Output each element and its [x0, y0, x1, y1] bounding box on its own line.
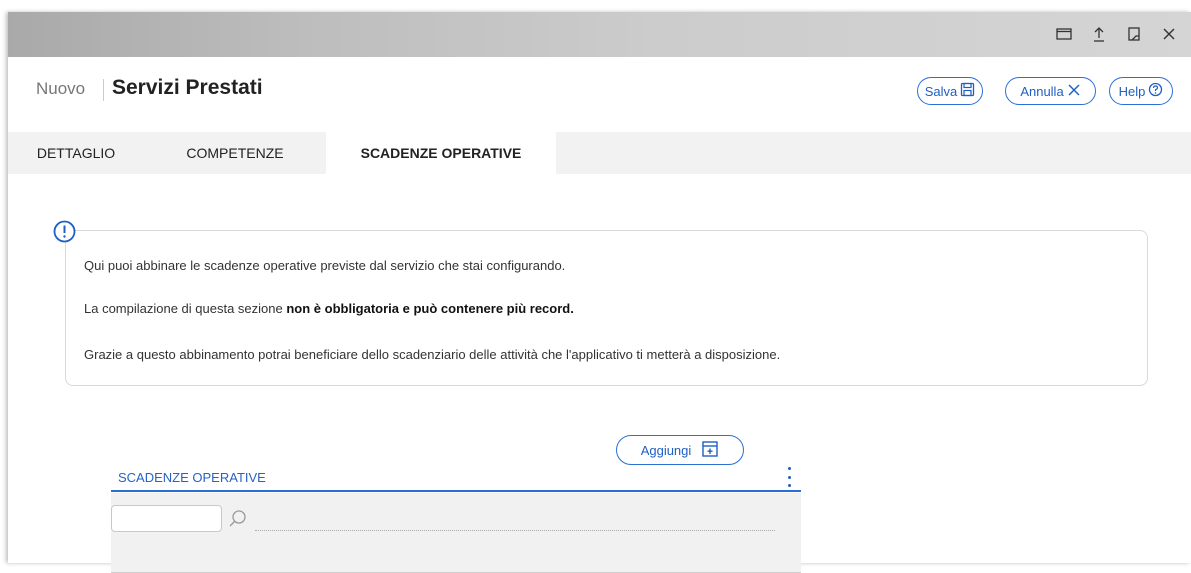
cancel-label: Annulla: [1020, 83, 1064, 99]
info-line-2: La compilazione di questa sezione non è …: [84, 301, 574, 316]
title-separator: [103, 79, 104, 101]
save-icon: [960, 82, 975, 100]
save-label: Salva: [924, 83, 958, 99]
filter-dotted-line: [255, 530, 775, 531]
tab-competenze[interactable]: COMPETENZE: [144, 132, 326, 174]
save-button[interactable]: Salva: [917, 77, 983, 105]
info-line-2-text: La compilazione di questa sezione: [84, 301, 287, 316]
tab-scadenze-operative[interactable]: SCADENZE OPERATIVE: [326, 132, 556, 174]
cancel-button[interactable]: Annulla: [1005, 77, 1096, 105]
top-strip: [0, 0, 1191, 12]
grid-title: SCADENZE OPERATIVE: [118, 470, 266, 485]
help-button[interactable]: Help: [1109, 77, 1173, 105]
dialog-window: Nuovo Servizi Prestati Salva Annulla Hel…: [8, 12, 1191, 573]
info-icon: [53, 220, 76, 243]
tab-dettaglio[interactable]: DETTAGLIO: [8, 132, 144, 174]
mode-label: Nuovo: [36, 79, 86, 98]
info-line-3: Grazie a questo abbinamento potrai benef…: [84, 347, 781, 362]
x-icon: [1067, 83, 1081, 100]
add-button[interactable]: Aggiungi: [616, 435, 744, 465]
bookmark-icon[interactable]: [1124, 24, 1144, 44]
close-icon[interactable]: [1159, 24, 1179, 44]
add-record-icon: [701, 440, 719, 461]
tab-label: COMPETENZE: [186, 145, 284, 161]
help-icon: [1148, 82, 1163, 100]
grid-header-underline: [111, 490, 801, 492]
info-line-2-bold: non è obbligatoria e può contenere più r…: [286, 301, 574, 316]
add-label: Aggiungi: [640, 442, 692, 458]
upload-icon[interactable]: [1089, 24, 1109, 44]
page-title: Servizi Prestati: [112, 76, 263, 99]
tab-label: SCADENZE OPERATIVE: [360, 145, 522, 161]
info-box: Qui puoi abbinare le scadenze operative …: [65, 230, 1148, 386]
tab-label: DETTAGLIO: [36, 145, 116, 161]
restore-icon[interactable]: [1054, 24, 1074, 44]
help-label: Help: [1118, 83, 1146, 99]
page-header: Nuovo Servizi Prestati Salva Annulla Hel…: [8, 57, 1191, 132]
filter-input[interactable]: [111, 505, 222, 532]
info-line-1: Qui puoi abbinare le scadenze operative …: [84, 258, 566, 273]
grid-filter-row: [111, 493, 801, 573]
tab-bar: DETTAGLIO COMPETENZE SCADENZE OPERATIVE: [8, 132, 1191, 174]
more-options-icon[interactable]: [784, 467, 794, 487]
search-icon[interactable]: [227, 508, 249, 530]
title-bar: [8, 12, 1191, 57]
